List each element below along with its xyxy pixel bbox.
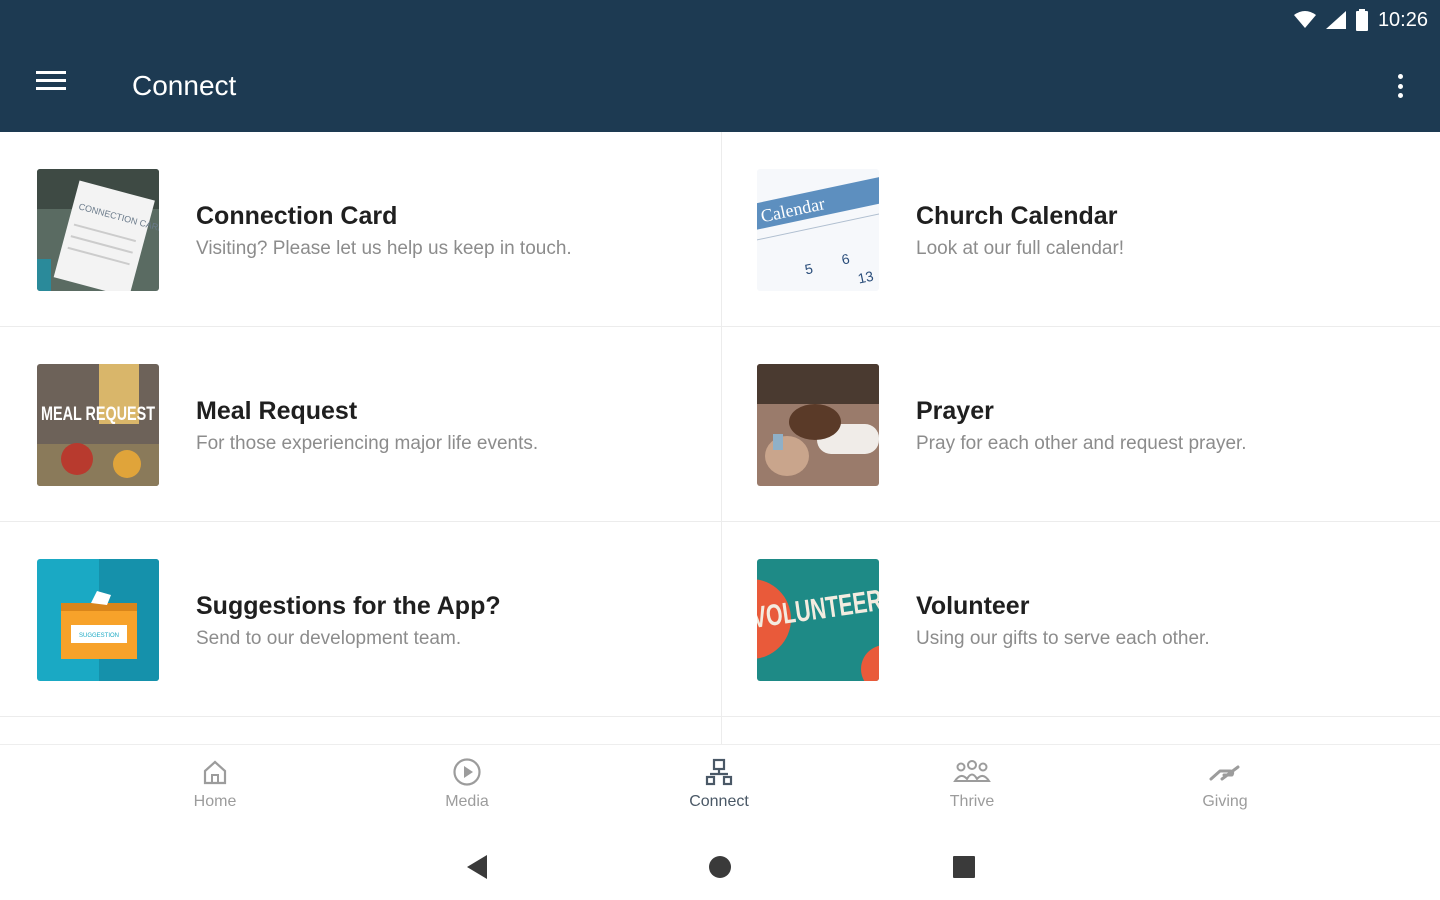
item-meal-request[interactable]: MEAL REQUEST Meal Request For those expe… [0, 327, 720, 522]
item-subtitle: Look at our full calendar! [916, 238, 1125, 259]
status-time: 10:26 [1377, 8, 1428, 31]
people-icon [953, 760, 991, 782]
item-subtitle: Pray for each other and request prayer. [916, 433, 1247, 454]
item-prayer[interactable]: Prayer Pray for each other and request p… [720, 327, 1440, 522]
item-title: Meal Request [196, 397, 358, 425]
item-title: Volunteer [916, 592, 1030, 620]
item-title: Suggestions for the App? [196, 592, 501, 620]
tab-home[interactable]: Home [145, 757, 285, 827]
tab-thrive[interactable]: Thrive [902, 757, 1042, 827]
item-church-calendar[interactable]: Calendar 5 6 13 Church Calendar Look at … [720, 132, 1440, 327]
hamburger-menu-icon[interactable] [36, 66, 72, 102]
tab-label: Media [445, 793, 489, 810]
meal-request-thumb-text: MEAL REQUEST [41, 404, 155, 425]
prayer-thumbnail [757, 364, 879, 486]
app-bar: 10:26 Connect [0, 0, 1440, 132]
tab-label: Connect [689, 793, 749, 810]
more-vert-icon[interactable] [1390, 70, 1410, 102]
home-icon [203, 760, 227, 785]
connect-icon [705, 758, 733, 786]
system-navigation-bar [0, 836, 1440, 900]
tab-label: Home [193, 793, 237, 810]
signal-icon [1325, 11, 1346, 29]
back-icon[interactable] [463, 852, 493, 882]
suggestions-thumbnail: SUGGESTION [37, 559, 159, 681]
page-title: Connect [132, 70, 237, 101]
status-bar: 10:26 [1293, 6, 1428, 34]
battery-icon [1355, 9, 1368, 31]
meal-request-thumbnail: MEAL REQUEST [37, 364, 159, 486]
suggestions-thumb-text: SUGGESTION [79, 633, 119, 639]
item-title: Prayer [916, 397, 994, 425]
tab-label: Giving [1202, 793, 1248, 810]
item-volunteer[interactable]: VOLUNTEERS NEEDED Volunteer Using our gi… [720, 522, 1440, 717]
church-calendar-thumbnail: Calendar 5 6 13 [757, 169, 879, 291]
item-title: Connection Card [196, 202, 398, 230]
tab-label: Thrive [949, 793, 995, 810]
volunteer-thumbnail: VOLUNTEERS NEEDED [757, 559, 879, 681]
home-circle-icon[interactable] [705, 852, 735, 882]
wifi-icon [1293, 11, 1316, 28]
bottom-navigation: Home Media Connect Thrive Giving [0, 744, 1440, 836]
item-subtitle: Send to our development team. [196, 628, 462, 649]
item-subtitle: Visiting? Please let us help us keep in … [196, 238, 572, 259]
tab-giving[interactable]: Giving [1155, 757, 1295, 827]
item-connection-card[interactable]: CONNECTION CARD Connection Card Visiting… [0, 132, 720, 327]
connect-grid: CONNECTION CARD Connection Card Visiting… [0, 132, 1440, 744]
item-suggestions[interactable]: SUGGESTION Suggestions for the App? Send… [0, 522, 720, 717]
item-subtitle: For those experiencing major life events… [196, 433, 539, 454]
giving-hand-icon [1209, 765, 1240, 781]
tab-media[interactable]: Media [397, 757, 537, 827]
recents-square-icon[interactable] [949, 852, 979, 882]
play-circle-icon [453, 758, 481, 786]
connection-card-thumbnail: CONNECTION CARD [37, 169, 159, 291]
item-title: Church Calendar [916, 202, 1118, 230]
tab-connect[interactable]: Connect [649, 757, 789, 827]
item-subtitle: Using our gifts to serve each other. [916, 628, 1210, 649]
